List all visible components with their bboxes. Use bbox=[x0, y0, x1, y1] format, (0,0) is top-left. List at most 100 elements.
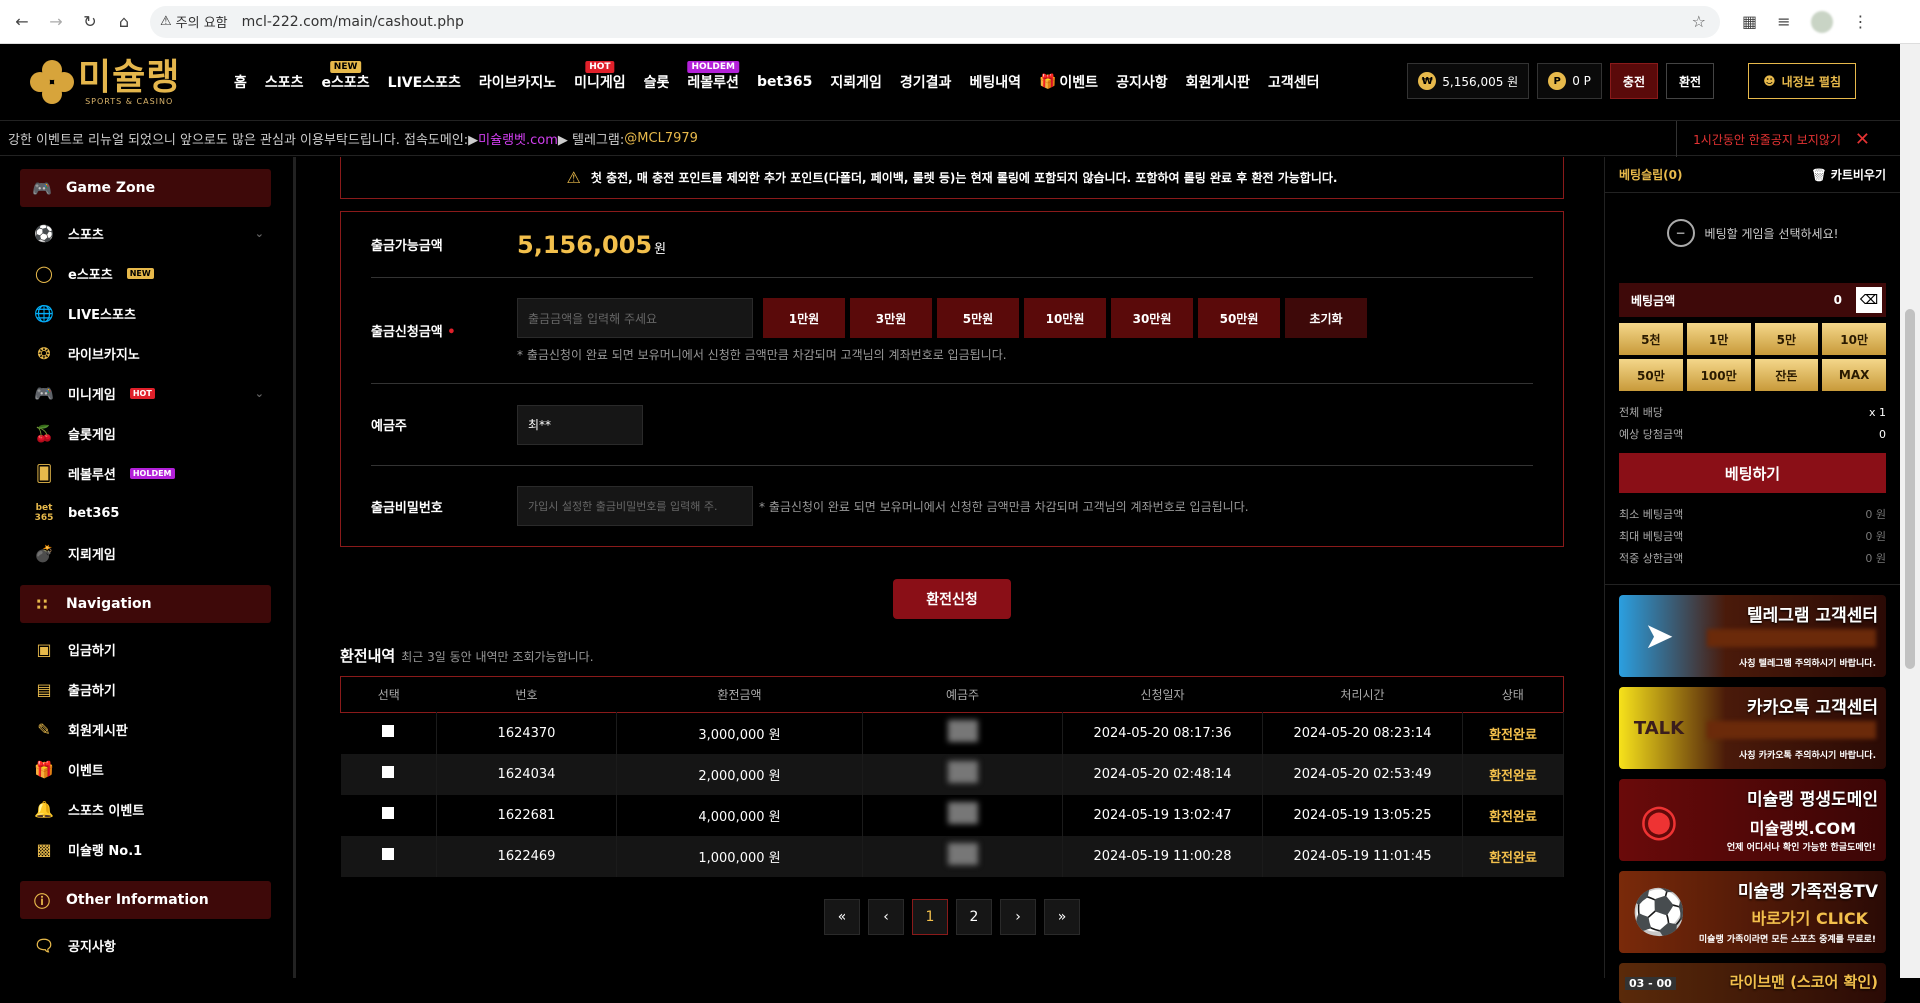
menu-bet-history[interactable]: 베팅내역 bbox=[960, 44, 1030, 120]
row-checkbox[interactable] bbox=[382, 807, 395, 819]
next-page-icon[interactable]: › bbox=[1000, 898, 1036, 935]
menu-bet365[interactable]: bet365 bbox=[748, 44, 821, 120]
page-1[interactable]: 1 bbox=[912, 898, 948, 935]
quick-300k-button[interactable]: 30만원 bbox=[1111, 298, 1193, 338]
permanent-domain-banner[interactable]: ◉ 미슐랭 평생도메인 미슐랭벳.COM 언제 어디서나 확인 가능한 한글도메… bbox=[1619, 779, 1886, 861]
status-badge: 환전완료 bbox=[1462, 753, 1564, 795]
liveman-banner[interactable]: 03 - 00 라이브맨 (스코어 확인) bbox=[1619, 963, 1886, 1003]
telegram-support-banner[interactable]: ➤ 텔레그램 고객센터 사칭 텔레그램 주의하시기 바랍니다. bbox=[1619, 595, 1886, 677]
chip-100k[interactable]: 10만 bbox=[1822, 323, 1886, 355]
page-scrollbar[interactable] bbox=[1900, 44, 1920, 978]
menu-sports[interactable]: 스포츠 bbox=[256, 44, 313, 120]
menu-revolution[interactable]: HOLDEM 레볼루션 bbox=[678, 44, 748, 120]
close-icon[interactable]: ✕ bbox=[1855, 129, 1870, 150]
bet-amount-value[interactable]: 0 bbox=[1834, 293, 1842, 307]
menu-event[interactable]: 🎁 이벤트 bbox=[1030, 44, 1107, 120]
quick-100k-button[interactable]: 10만원 bbox=[1024, 298, 1106, 338]
withdraw-amount-input[interactable]: 출금금액을 입력해 주세요 bbox=[517, 298, 753, 338]
chip-change[interactable]: 잔돈 bbox=[1754, 359, 1819, 391]
ticker-telegram[interactable]: @MCL7979 bbox=[624, 131, 698, 146]
menu-slot[interactable]: 슬롯 bbox=[635, 44, 679, 120]
menu-live-sports[interactable]: LIVE스포츠 bbox=[379, 44, 470, 120]
warning-icon: ⚠ bbox=[160, 14, 172, 29]
prev-page-icon[interactable]: ‹ bbox=[868, 898, 904, 935]
security-warning[interactable]: ⚠ 주의 요함 bbox=[160, 12, 228, 31]
sidebar-item-live-sports[interactable]: 🌐 LIVE스포츠 bbox=[34, 293, 264, 333]
quick-50k-button[interactable]: 5만원 bbox=[937, 298, 1019, 338]
chip-max[interactable]: MAX bbox=[1822, 359, 1886, 391]
sidebar-item-deposit[interactable]: ▣ 입금하기 bbox=[34, 629, 264, 669]
clear-cart-button[interactable]: 🗑 카트비우기 bbox=[1811, 166, 1886, 183]
sidebar-item-minigame[interactable]: 🎮 미니게임 HOT ⌄ bbox=[34, 373, 264, 413]
forward-icon[interactable]: → bbox=[44, 10, 68, 34]
menu-results[interactable]: 경기결과 bbox=[891, 44, 961, 120]
home-icon[interactable]: ⌂ bbox=[112, 10, 136, 34]
page-2[interactable]: 2 bbox=[956, 898, 992, 935]
ticker-domain[interactable]: 미슐랭벳.com bbox=[478, 129, 558, 148]
row-checkbox[interactable] bbox=[382, 766, 395, 778]
withdraw-password-input[interactable]: 가입시 설정한 출금비밀번호를 입력해 주. bbox=[517, 486, 753, 526]
place-bet-button[interactable]: 베팅하기 bbox=[1619, 453, 1886, 493]
menu-home[interactable]: 홈 bbox=[225, 44, 256, 120]
chip-10k[interactable]: 1만 bbox=[1686, 323, 1751, 355]
quick-500k-button[interactable]: 50만원 bbox=[1198, 298, 1280, 338]
quick-10k-button[interactable]: 1만원 bbox=[763, 298, 845, 338]
chip-50k[interactable]: 5만 bbox=[1754, 323, 1819, 355]
cashout-submit-button[interactable]: 환전신청 bbox=[893, 579, 1011, 619]
sidebar-item-board[interactable]: ✎ 회원게시판 bbox=[34, 709, 264, 749]
menu-board[interactable]: 회원게시판 bbox=[1177, 44, 1259, 120]
back-icon[interactable]: ← bbox=[10, 10, 34, 34]
sidebar-item-revolution[interactable]: 🂠 레볼루션 HOLDEM bbox=[34, 453, 264, 493]
deposit-button[interactable]: 충전 bbox=[1609, 63, 1658, 99]
site-logo[interactable]: 미슐랭 SPORTS & CASINO bbox=[30, 52, 195, 112]
reload-icon[interactable]: ↻ bbox=[78, 10, 102, 34]
chip-500k[interactable]: 50만 bbox=[1619, 359, 1683, 391]
menu-minigame[interactable]: HOT 미니게임 bbox=[565, 44, 635, 120]
scrollbar-thumb[interactable] bbox=[1905, 309, 1915, 669]
first-page-icon[interactable]: « bbox=[824, 898, 860, 935]
extensions-icon[interactable]: ▦ bbox=[1742, 12, 1757, 31]
sidebar-item-esports[interactable]: ◯ e스포츠 NEW bbox=[34, 253, 264, 293]
withdraw-button[interactable]: 환전 bbox=[1666, 63, 1715, 99]
eraser-icon[interactable]: ⌫ bbox=[1856, 287, 1882, 313]
menu-support[interactable]: 고객센터 bbox=[1259, 44, 1329, 120]
row-checkbox[interactable] bbox=[382, 725, 395, 738]
sidebar-item-notice[interactable]: 🗨 공지사항 bbox=[34, 925, 264, 965]
sidebar-item-sports[interactable]: ⚽ 스포츠 ⌄ bbox=[34, 213, 264, 253]
sidebar-group-navigation[interactable]: ∷ Navigation bbox=[20, 585, 271, 623]
sidebar-group-game-zone[interactable]: 🎮 Game Zone bbox=[20, 169, 271, 207]
menu-live-casino[interactable]: 라이브카지노 bbox=[470, 44, 565, 120]
menu-esports[interactable]: NEW e스포츠 bbox=[313, 44, 379, 120]
sidebar-item-live-casino[interactable]: ❂ 라이브카지노 bbox=[34, 333, 264, 373]
profile-avatar[interactable] bbox=[1810, 10, 1833, 33]
sidebar-item-bet365[interactable]: bet 365 bet365 bbox=[34, 493, 264, 533]
minus-circle-icon: − bbox=[1666, 219, 1695, 247]
col-number: 번호 bbox=[515, 688, 538, 702]
sidebar-item-event[interactable]: 🎁 이벤트 bbox=[34, 749, 264, 789]
bookmark-star-icon[interactable]: ☆ bbox=[1692, 12, 1706, 31]
my-info-button[interactable]: ☻ 내정보 펼침 bbox=[1748, 63, 1856, 99]
chip-1m[interactable]: 100만 bbox=[1686, 359, 1751, 391]
sidebar-item-no1[interactable]: ▩ 미슐랭 No.1 bbox=[34, 829, 264, 869]
address-bar[interactable]: ⚠ 주의 요함 mcl-222.com/main/cashout.php ☆ bbox=[150, 5, 1720, 38]
new-badge: NEW bbox=[329, 61, 362, 73]
reset-amount-button[interactable]: 초기화 bbox=[1285, 298, 1367, 338]
menu-notice[interactable]: 공지사항 bbox=[1107, 44, 1177, 120]
hide-ticker[interactable]: 1시간동안 한줄공지 보지않기 ✕ bbox=[1676, 121, 1870, 157]
casino-chip-icon: ❂ bbox=[37, 343, 51, 363]
last-page-icon[interactable]: » bbox=[1044, 898, 1080, 935]
chip-5k[interactable]: 5천 bbox=[1619, 323, 1683, 355]
quick-30k-button[interactable]: 3만원 bbox=[850, 298, 932, 338]
family-tv-banner[interactable]: ⚽ 미슐랭 가족전용TV 바로가기 CLICK 미슐랭 가족이라면 모든 스포츠… bbox=[1619, 871, 1886, 953]
row-checkbox[interactable] bbox=[382, 848, 395, 860]
sidebar-group-other-information[interactable]: ⓘ Other Information bbox=[20, 881, 271, 919]
url-text[interactable]: mcl-222.com/main/cashout.php bbox=[242, 14, 464, 30]
sidebar-item-slot[interactable]: 🍒 슬롯게임 bbox=[34, 413, 264, 453]
sidebar-item-withdraw[interactable]: ▤ 출금하기 bbox=[34, 669, 264, 709]
browser-menu-icon[interactable]: ⋮ bbox=[1853, 12, 1869, 31]
media-icon[interactable]: ≡ bbox=[1777, 12, 1790, 31]
menu-mine-game[interactable]: 지뢰게임 bbox=[821, 44, 891, 120]
kakaotalk-support-banner[interactable]: TALK 카카오톡 고객센터 사칭 카카오톡 주의하시기 바랍니다. bbox=[1619, 687, 1886, 769]
sidebar-item-sports-event[interactable]: 🔔 스포츠 이벤트 bbox=[34, 789, 264, 829]
sidebar-item-mine-game[interactable]: 💣 지뢰게임 bbox=[34, 533, 264, 573]
